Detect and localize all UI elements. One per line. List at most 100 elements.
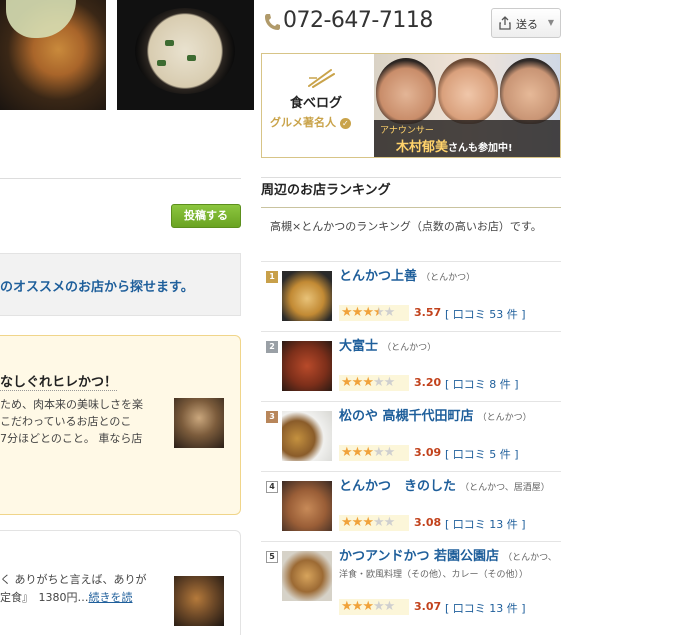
rank-badge: 1 — [266, 271, 278, 283]
verified-check-icon: ✓ — [339, 117, 351, 129]
tabelog-logo-text: 食べログ — [290, 96, 343, 111]
star-icon: ★ — [351, 375, 364, 390]
restaurant-name-link[interactable]: とんかつ上善 — [339, 269, 417, 284]
review-title[interactable]: なしぐれヒレかつ！ — [0, 371, 118, 391]
star-rating-icon: ★★★★★ — [341, 305, 396, 321]
review-count-link[interactable]: [ 口コミ 13 件 ] — [445, 516, 526, 532]
review-count-prefix: [ 口コミ — [445, 518, 486, 531]
star-rating-icon: ★★★★★ — [341, 515, 396, 531]
celebrity-banner[interactable]: 食べログ グルメ著名人 ✓ アナウンサー 木村郁美さんも参加中! — [261, 53, 561, 158]
rating-box: ★★★★★ — [339, 445, 409, 461]
restaurant-name-link[interactable]: 大富士 — [339, 339, 378, 354]
announcer-name: 木村郁美 — [396, 140, 449, 155]
review-count-link[interactable]: [ 口コミ 13 件 ] — [445, 600, 526, 616]
review-count-suffix: 件 ] — [499, 448, 519, 461]
restaurant-name-link[interactable]: 松のや 高槻千代田町店 — [339, 409, 474, 424]
star-empty-icon: ★ — [372, 599, 385, 614]
restaurant-thumbnail[interactable] — [282, 481, 332, 531]
review-count-link[interactable]: [ 口コミ 53 件 ] — [445, 306, 526, 322]
star-half-icon: ★ — [372, 305, 385, 320]
send-button[interactable]: 送る ▼ — [491, 8, 561, 38]
share-icon — [499, 16, 511, 30]
row-divider — [261, 261, 561, 262]
ranking-heading-underline — [261, 207, 561, 208]
star-icon: ★ — [341, 515, 353, 530]
review-text-line: 定食』 1380円…続きを読 — [0, 589, 133, 606]
recommend-search-bar[interactable]: のオススメのお店から探せます。 — [0, 253, 241, 316]
star-rating-icon: ★★★★★ — [341, 375, 396, 391]
ranking-heading: 周辺のお店ランキング — [261, 183, 391, 198]
review-card[interactable]: く ありがちと言えば、ありが 定食』 1380円…続きを読 — [0, 530, 241, 635]
ranking-item[interactable]: 2 大富士 （とんかつ） ★★★★★ 3.20[ 口コミ 8 件 ] — [261, 331, 561, 401]
restaurant-title: かつアンドかつ 若園公園店 （とんかつ、洋食・欧風料理（その他）、カレー（その他… — [339, 549, 559, 583]
star-icon: ★ — [341, 445, 353, 460]
star-empty-icon: ★ — [383, 599, 396, 614]
star-empty-icon: ★ — [383, 375, 396, 390]
restaurant-genre: （とんかつ） — [382, 343, 437, 353]
review-count-prefix: [ 口コミ — [445, 308, 486, 321]
review-count-link[interactable]: [ 口コミ 5 件 ] — [445, 446, 519, 462]
star-icon: ★ — [351, 515, 364, 530]
restaurant-thumbnail[interactable] — [282, 271, 332, 321]
review-thumbnail[interactable] — [174, 576, 224, 626]
restaurant-thumbnail[interactable] — [282, 411, 332, 461]
review-text-line: く ありがちと言えば、ありが — [0, 573, 147, 586]
star-empty-icon: ★ — [383, 305, 396, 320]
restaurant-name-link[interactable]: かつアンドかつ 若園公園店 — [339, 549, 499, 564]
review-count-prefix: [ 口コミ — [445, 448, 486, 461]
rating-box: ★★★★★ — [339, 375, 409, 391]
star-icon: ★ — [362, 445, 374, 460]
read-more-link[interactable]: 続きを読 — [89, 591, 133, 604]
rating-score: 3.09 — [414, 446, 442, 459]
celebrity-portrait — [438, 58, 498, 124]
ranking-item[interactable]: 4 とんかつ きのした （とんかつ、居酒屋） ★★★★★ 3.08[ 口コミ 13 件… — [261, 471, 561, 541]
scallion — [187, 55, 196, 61]
star-icon: ★ — [351, 599, 364, 614]
ranking-item[interactable]: 1 とんかつ上善 （とんかつ） ★★★★★ 3.57[ 口コミ 53 件 ] — [261, 261, 561, 331]
announcer-role: アナウンサー — [380, 126, 434, 136]
restaurant-name-link[interactable]: とんかつ きのした — [339, 479, 456, 494]
star-rating-icon: ★★★★★ — [341, 599, 396, 615]
review-text-snippet: 定食』 1380円… — [0, 591, 89, 604]
restaurant-thumbnail[interactable] — [282, 341, 332, 391]
review-count-link[interactable]: [ 口コミ 8 件 ] — [445, 376, 519, 392]
rating-score: 3.08 — [414, 516, 442, 529]
review-count-suffix: 件 ] — [506, 602, 526, 615]
review-text-line: こだわっているお店とのこ — [0, 415, 132, 428]
section-divider — [0, 178, 241, 179]
restaurant-thumbnail[interactable] — [282, 551, 332, 601]
food-photo-miso-soup[interactable] — [117, 0, 254, 110]
celebrity-portrait — [500, 58, 560, 124]
section-divider — [261, 177, 561, 178]
phone-number[interactable]: 072-647-7118 — [283, 8, 433, 33]
restaurant-genre: （とんかつ） — [421, 273, 476, 283]
row-divider — [261, 471, 561, 472]
recommend-search-text[interactable]: のオススメのお店から探せます。 — [0, 276, 194, 295]
star-icon: ★ — [351, 305, 364, 320]
star-icon: ★ — [351, 445, 364, 460]
phone-icon — [265, 14, 280, 30]
scallion — [157, 60, 166, 66]
ranking-item[interactable]: 3 松のや 高槻千代田町店 （とんかつ） ★★★★★ 3.09[ 口コミ 5 件 ] — [261, 401, 561, 471]
post-review-button[interactable]: 投稿する — [171, 204, 241, 228]
review-thumbnail[interactable] — [174, 398, 224, 448]
phone-bar: 072-647-7118 送る ▼ — [261, 0, 561, 48]
rank-badge: 4 — [266, 481, 278, 493]
ranking-item[interactable]: 5 かつアンドかつ 若園公園店 （とんかつ、洋食・欧風料理（その他）、カレー（その… — [261, 541, 561, 615]
star-empty-icon: ★ — [383, 515, 396, 530]
row-divider — [261, 401, 561, 402]
review-count: 13 — [489, 602, 504, 615]
food-photo-katsu[interactable] — [0, 0, 106, 110]
review-text-line: ため、肉本来の美味しさを楽 — [0, 398, 143, 411]
announcer-caption: アナウンサー 木村郁美さんも参加中! — [374, 120, 560, 157]
featured-review-card[interactable]: なしぐれヒレかつ！ ため、肉本来の美味しさを楽 こだわっているお店とのこ 7分ほ… — [0, 335, 241, 515]
review-text-line: 7分ほどとのこと。 車なら店 — [0, 432, 143, 445]
star-icon: ★ — [362, 305, 374, 320]
rank-badge: 2 — [266, 341, 278, 353]
send-label: 送る — [516, 18, 538, 31]
star-rating-icon: ★★★★★ — [341, 445, 395, 461]
review-count-suffix: 件 ] — [499, 378, 519, 391]
star-icon: ★ — [362, 515, 374, 530]
review-count-suffix: 件 ] — [506, 518, 526, 531]
star-empty-icon: ★ — [372, 515, 385, 530]
